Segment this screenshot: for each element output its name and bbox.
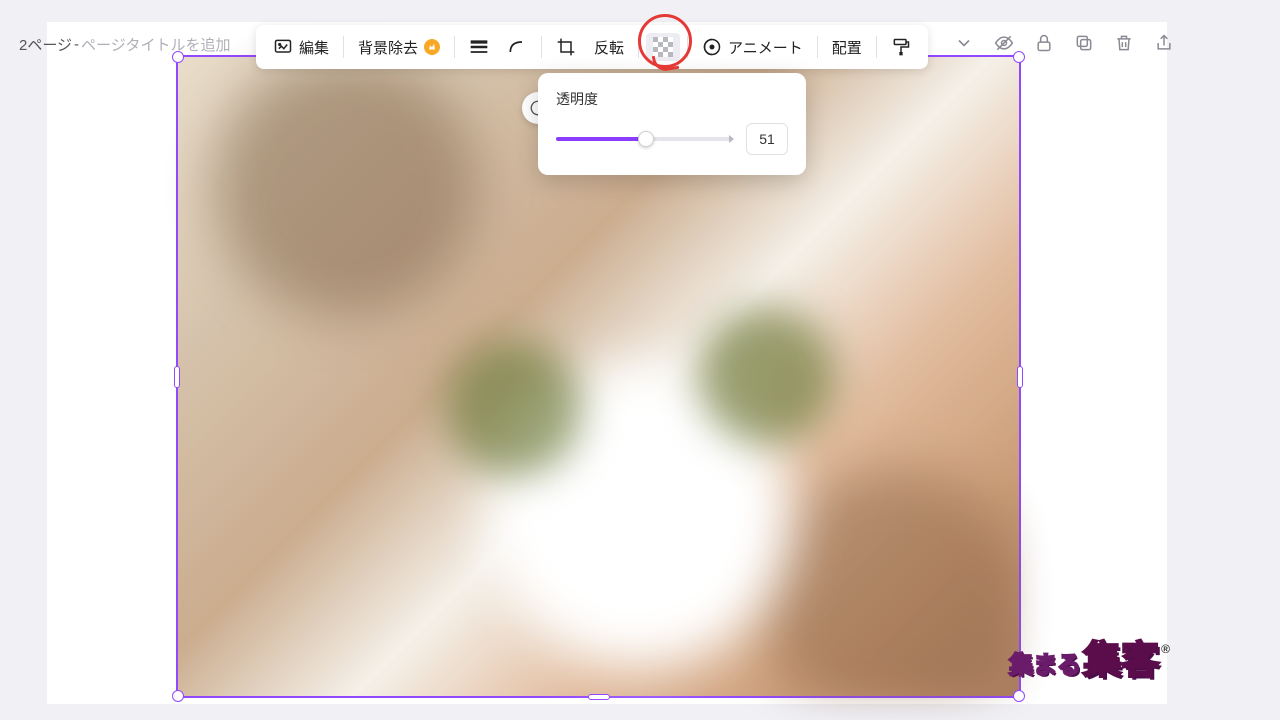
- crop-icon: [556, 37, 576, 57]
- flip-button[interactable]: 反転: [587, 33, 631, 62]
- paint-roller-icon: [891, 37, 911, 57]
- transparency-icon: [653, 37, 673, 57]
- slider-max-arrow-icon: [729, 135, 734, 143]
- bg-remove-label: 背景除去: [358, 37, 418, 58]
- page-label-sep: -: [74, 36, 79, 53]
- separator: [343, 36, 344, 58]
- share-button[interactable]: [1153, 32, 1175, 54]
- edit-label: 編集: [299, 37, 329, 58]
- corner-radius-button[interactable]: [500, 33, 534, 61]
- animate-label: アニメート: [728, 37, 803, 58]
- page-title-placeholder[interactable]: ページタイトルを追加: [81, 34, 230, 55]
- page-number: 2ページ: [19, 34, 72, 55]
- transparency-title: 透明度: [556, 89, 788, 109]
- lines-icon: [469, 39, 489, 55]
- watermark-part2: 集客: [1083, 642, 1159, 680]
- duplicate-button[interactable]: [1073, 32, 1095, 54]
- page-label[interactable]: 2ページ - ページタイトルを追加: [19, 34, 230, 55]
- context-toolbar: 編集 背景除去 反転: [256, 25, 928, 69]
- slider-thumb[interactable]: [638, 131, 654, 147]
- separator: [638, 36, 639, 58]
- separator: [454, 36, 455, 58]
- copy-style-button[interactable]: [884, 33, 918, 61]
- resize-handle-bottom-left[interactable]: [172, 690, 184, 702]
- resize-handle-bottom-right[interactable]: [1013, 690, 1025, 702]
- utility-toolbar: [953, 32, 1175, 54]
- resize-handle-right[interactable]: [1017, 366, 1023, 388]
- edit-image-icon: [273, 37, 293, 57]
- visibility-button[interactable]: [993, 32, 1015, 54]
- lock-button[interactable]: [1033, 32, 1055, 54]
- crop-button[interactable]: [549, 33, 583, 61]
- more-chevron-button[interactable]: [953, 32, 975, 54]
- transparency-popover: 透明度 51: [538, 73, 806, 175]
- resize-handle-left[interactable]: [174, 366, 180, 388]
- watermark-registered: ®: [1161, 642, 1170, 656]
- animate-icon: [702, 37, 722, 57]
- transparency-button[interactable]: [646, 33, 680, 61]
- corner-icon: [507, 37, 527, 57]
- position-label: 配置: [832, 37, 862, 58]
- delete-button[interactable]: [1113, 32, 1135, 54]
- bg-remove-button[interactable]: 背景除去: [351, 33, 447, 62]
- separator: [687, 36, 688, 58]
- transparency-slider[interactable]: [556, 137, 732, 141]
- separator: [541, 36, 542, 58]
- separator: [817, 36, 818, 58]
- border-weight-button[interactable]: [462, 35, 496, 59]
- transparency-value[interactable]: 51: [746, 123, 788, 155]
- watermark-part1: 集まる: [1009, 645, 1081, 680]
- position-button[interactable]: 配置: [825, 33, 869, 62]
- resize-handle-bottom[interactable]: [588, 694, 610, 700]
- watermark: 集まる 集客 ®: [1009, 642, 1170, 680]
- slider-fill: [556, 137, 646, 141]
- flip-label: 反転: [594, 37, 624, 58]
- animate-button[interactable]: アニメート: [695, 33, 810, 62]
- pro-badge-icon: [424, 39, 440, 55]
- edit-image-button[interactable]: 編集: [266, 33, 336, 62]
- separator: [876, 36, 877, 58]
